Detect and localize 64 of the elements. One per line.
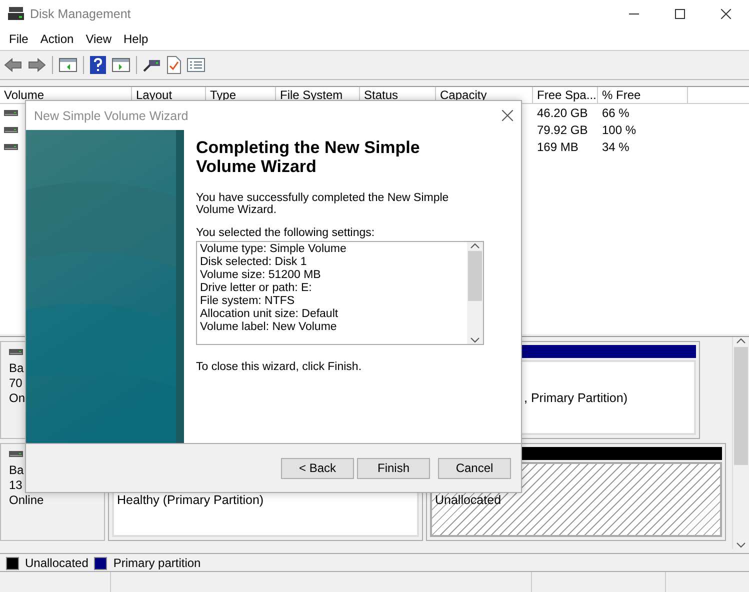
partition-label: Unallocated	[435, 492, 502, 506]
setting-line: Volume size: 51200 MB	[200, 269, 322, 282]
maximize-icon[interactable]	[675, 9, 685, 19]
dialog-title: New Simple Volume Wizard	[34, 108, 188, 122]
wizard-button[interactable]: Cancel	[438, 458, 511, 478]
forward-icon[interactable]	[28, 58, 46, 72]
partition-label: , Primary Partition)	[524, 390, 628, 404]
drive-icon	[9, 348, 23, 356]
close-icon[interactable]	[721, 9, 731, 19]
scrollbar[interactable]	[732, 337, 749, 549]
app-icon	[8, 7, 24, 21]
pane-icon[interactable]	[112, 58, 130, 72]
legend-label: Unallocated	[25, 556, 88, 570]
drive-icon	[4, 126, 18, 134]
table-cell: 79.92 GB	[537, 122, 588, 136]
pane-icon[interactable]	[59, 58, 77, 72]
list-icon[interactable]	[187, 58, 205, 72]
wizard-button[interactable]: < Back	[281, 458, 354, 478]
drive-icon	[9, 450, 23, 458]
wizard-heading: Completing the New Simple Volume Wizard	[196, 138, 421, 176]
scroll-thumb[interactable]	[468, 251, 482, 301]
setting-line: Volume type: Simple Volume	[200, 243, 348, 256]
setting-line: File system: NTFS	[200, 295, 296, 308]
table-cell: 34 %	[602, 140, 630, 154]
setting-line: Disk selected: Disk 1	[200, 256, 308, 269]
table-cell: 46.20 GB	[537, 106, 588, 120]
setting-line: Volume label: New Volume	[200, 321, 338, 334]
settings-label: You selected the following settings:	[196, 227, 376, 239]
disk-info-text: 70	[9, 376, 24, 390]
column-header[interactable]: Free Spa...	[533, 87, 598, 103]
intro-text: You have successfully completed the New Simple Volume Wizard.	[196, 192, 450, 216]
scroll-down-icon[interactable]	[736, 541, 746, 549]
setting-line: Allocation unit size: Default	[200, 308, 340, 321]
document-icon[interactable]	[167, 56, 181, 74]
scroll-up-icon[interactable]	[736, 337, 746, 345]
help-icon[interactable]	[90, 56, 106, 74]
disk-info-text: 13	[9, 478, 24, 492]
drive-icon	[4, 108, 18, 116]
connect-icon[interactable]	[143, 58, 161, 72]
settings-list[interactable]: Volume type: Simple Volume Disk selected: Disk 1 Volume size: 51200 MB Drive letter or path: E: File system: NTFS Allocation unit size: Default Volume label: New Volume	[196, 241, 484, 345]
column-header[interactable]: % Free	[598, 87, 688, 103]
legend-label: Primary partition	[113, 556, 201, 570]
table-cell: 100 %	[602, 122, 636, 136]
scroll-thumb[interactable]	[734, 347, 748, 465]
scroll-up-icon[interactable]	[470, 242, 480, 250]
disk-info-text: Ba	[9, 463, 25, 477]
disk-info-text: On	[9, 391, 26, 405]
disk-info-text: Online	[9, 493, 45, 507]
menu-item[interactable]: Action	[34, 32, 80, 46]
closing-text: To close this wizard, click Finish.	[196, 361, 363, 373]
table-cell: 169 MB	[537, 140, 578, 154]
close-icon[interactable]	[502, 110, 513, 121]
back-icon[interactable]	[4, 58, 22, 72]
wizard-button[interactable]: Finish	[357, 458, 430, 478]
menu-item[interactable]: View	[80, 32, 118, 46]
window-title: Disk Management	[30, 7, 132, 21]
disk-info-text: Ba	[9, 361, 25, 375]
drive-icon	[4, 142, 18, 150]
partition-label: Healthy (Primary Partition)	[117, 492, 264, 506]
setting-line: Drive letter or path: E:	[200, 282, 313, 295]
table-cell: 66 %	[602, 106, 630, 120]
menu-item[interactable]: Help	[118, 32, 154, 46]
scroll-down-icon[interactable]	[470, 336, 480, 344]
menu-item[interactable]: File	[3, 32, 34, 46]
